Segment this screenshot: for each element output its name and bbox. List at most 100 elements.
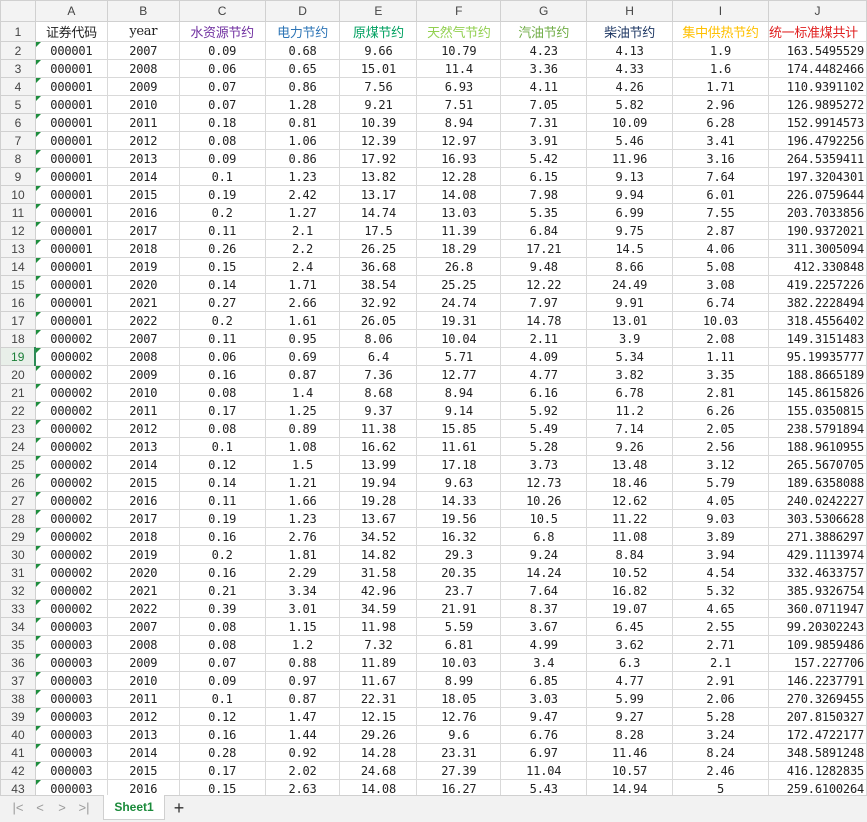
data-cell[interactable]: 6.84 [500,221,588,240]
prev-sheet-icon[interactable]: < [32,800,48,815]
data-cell[interactable]: 8.66 [586,257,674,276]
data-cell[interactable]: 157.227706 [767,653,867,672]
data-cell[interactable]: 9.27 [586,707,674,726]
data-cell[interactable]: 6.85 [500,671,588,690]
data-cell[interactable]: 000003 [34,743,108,762]
data-cell[interactable]: 32.92 [339,293,418,312]
data-cell[interactable]: 11.61 [416,437,502,456]
data-cell[interactable]: 23.31 [416,743,502,762]
data-cell[interactable]: 14.74 [339,203,418,222]
data-cell[interactable]: 000001 [34,149,108,168]
data-cell[interactable]: 2013 [106,725,180,744]
data-cell[interactable]: 1.2 [264,635,341,654]
data-cell[interactable]: 11.67 [339,671,418,690]
data-cell[interactable]: 2015 [106,473,180,492]
data-cell[interactable]: 36.68 [339,257,418,276]
data-cell[interactable]: 0.95 [264,329,341,348]
data-cell[interactable]: 2.05 [672,419,769,438]
row-header[interactable]: 15 [0,275,36,294]
row-header[interactable]: 9 [0,167,36,186]
data-cell[interactable]: 0.81 [264,113,341,132]
column-header-f[interactable]: F [416,0,502,22]
data-cell[interactable]: 9.48 [500,257,588,276]
data-cell[interactable]: 000003 [34,635,108,654]
data-cell[interactable]: 14.5 [586,239,674,258]
data-cell[interactable]: 203.7033856 [767,203,867,222]
data-cell[interactable]: 000002 [34,509,108,528]
data-cell[interactable]: 5.35 [500,203,588,222]
data-cell[interactable]: 000001 [34,131,108,150]
data-cell[interactable]: 14.08 [416,185,502,204]
row-header[interactable]: 17 [0,311,36,330]
data-cell[interactable]: 0.2 [178,203,266,222]
data-cell[interactable]: 18.46 [586,473,674,492]
data-cell[interactable]: 14.24 [500,563,588,582]
data-cell[interactable]: 13.82 [339,167,418,186]
data-cell[interactable]: 11.2 [586,401,674,420]
data-cell[interactable]: 3.73 [500,455,588,474]
data-cell[interactable]: 14.33 [416,491,502,510]
data-cell[interactable]: 1.23 [264,167,341,186]
row-header[interactable]: 1 [0,21,36,42]
data-cell[interactable]: 4.65 [672,599,769,618]
data-cell[interactable]: 7.56 [339,77,418,96]
data-cell[interactable]: 332.4633757 [767,563,867,582]
data-cell[interactable]: 2.63 [264,779,341,795]
data-cell[interactable]: 0.06 [178,347,266,366]
data-cell[interactable]: 6.4 [339,347,418,366]
data-cell[interactable]: 6.99 [586,203,674,222]
data-cell[interactable]: 1.23 [264,509,341,528]
data-cell[interactable]: 196.4792256 [767,131,867,150]
row-header[interactable]: 2 [0,41,36,60]
data-cell[interactable]: 11.04 [500,761,588,780]
data-cell[interactable]: 197.3204301 [767,167,867,186]
data-cell[interactable]: 8.94 [416,113,502,132]
row-header[interactable]: 14 [0,257,36,276]
data-cell[interactable]: 13.48 [586,455,674,474]
data-cell[interactable]: 0.86 [264,149,341,168]
data-cell[interactable]: 2012 [106,131,180,150]
data-cell[interactable]: 0.09 [178,149,266,168]
data-cell[interactable]: 31.58 [339,563,418,582]
row-header[interactable]: 28 [0,509,36,528]
data-cell[interactable]: 000002 [34,473,108,492]
data-cell[interactable]: 3.91 [500,131,588,150]
data-cell[interactable]: 0.92 [264,743,341,762]
data-cell[interactable]: 2010 [106,671,180,690]
data-cell[interactable]: 2.2 [264,239,341,258]
column-header-e[interactable]: E [339,0,418,22]
data-cell[interactable]: 12.15 [339,707,418,726]
data-cell[interactable]: 000003 [34,779,108,795]
data-cell[interactable]: 264.5359411 [767,149,867,168]
data-cell[interactable]: 000002 [34,527,108,546]
data-cell[interactable]: 2019 [106,545,180,564]
header-cell[interactable]: 证券代码 [34,21,108,42]
data-cell[interactable]: 2.1 [264,221,341,240]
data-cell[interactable]: 13.99 [339,455,418,474]
row-header[interactable]: 12 [0,221,36,240]
row-header[interactable]: 43 [0,779,36,795]
data-cell[interactable]: 0.09 [178,41,266,60]
add-sheet-icon[interactable]: + [170,798,188,819]
data-cell[interactable]: 2008 [106,635,180,654]
data-cell[interactable]: 7.64 [500,581,588,600]
row-header[interactable]: 37 [0,671,36,690]
data-cell[interactable]: 34.59 [339,599,418,618]
data-cell[interactable]: 0.12 [178,707,266,726]
data-cell[interactable]: 2.4 [264,257,341,276]
data-cell[interactable]: 3.4 [500,653,588,672]
data-cell[interactable]: 2017 [106,509,180,528]
data-cell[interactable]: 29.26 [339,725,418,744]
data-cell[interactable]: 110.9391102 [767,77,867,96]
row-header[interactable]: 25 [0,455,36,474]
row-header[interactable]: 39 [0,707,36,726]
data-cell[interactable]: 000003 [34,653,108,672]
data-cell[interactable]: 42.96 [339,581,418,600]
data-cell[interactable]: 3.08 [672,275,769,294]
data-cell[interactable]: 16.32 [416,527,502,546]
column-header-i[interactable]: I [672,0,769,22]
data-cell[interactable]: 8.37 [500,599,588,618]
row-header[interactable]: 10 [0,185,36,204]
data-cell[interactable]: 1.81 [264,545,341,564]
data-cell[interactable]: 000001 [34,185,108,204]
